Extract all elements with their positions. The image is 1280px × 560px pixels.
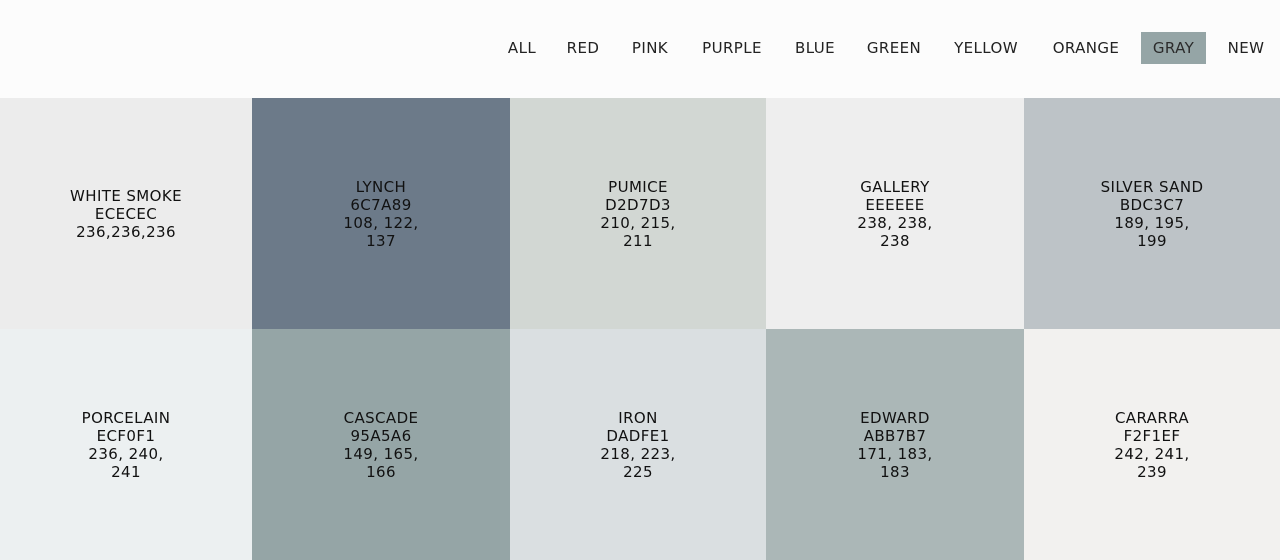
- swatch-grid: WHITE SMOKE ECECEC 236,236,236 LYNCH 6C7…: [0, 98, 1280, 560]
- nav-item-pink[interactable]: PINK: [622, 32, 678, 64]
- nav-item-orange[interactable]: ORANGE: [1042, 32, 1130, 64]
- swatch-rgb: 149, 165, 166: [343, 444, 419, 481]
- swatch-silver-sand[interactable]: SILVER SAND BDC3C7 189, 195, 199: [1024, 98, 1280, 329]
- swatch-label: CARARRA F2F1EF 242, 241, 239: [1097, 409, 1207, 481]
- swatch-label: GALLERY EEEEEE 238, 238, 238: [840, 178, 950, 250]
- nav-item-gray[interactable]: GRAY: [1141, 32, 1206, 64]
- swatch-name: PORCELAIN: [81, 408, 171, 427]
- color-filter-nav: ALL RED PINK PURPLE BLUE GREEN YELLOW OR…: [0, 32, 1280, 64]
- swatch-label: PORCELAIN ECF0F1 236, 240, 241: [71, 409, 181, 481]
- swatch-rgb: 236,236,236: [76, 222, 176, 241]
- swatch-label: LYNCH 6C7A89 108, 122, 137: [326, 178, 436, 250]
- swatch-rgb: 189, 195, 199: [1114, 213, 1190, 250]
- swatch-name: LYNCH: [355, 177, 407, 196]
- swatch-cascade[interactable]: CASCADE 95A5A6 149, 165, 166: [252, 329, 510, 560]
- swatch-rgb: 218, 223, 225: [600, 444, 676, 481]
- swatch-rgb: 238, 238, 238: [857, 213, 933, 250]
- swatch-pumice[interactable]: PUMICE D2D7D3 210, 215, 211: [510, 98, 766, 329]
- swatch-name: IRON: [618, 408, 658, 427]
- swatch-rgb: 210, 215, 211: [600, 213, 676, 250]
- swatch-iron[interactable]: IRON DADFE1 218, 223, 225: [510, 329, 766, 560]
- nav-item-yellow[interactable]: YELLOW: [944, 32, 1028, 64]
- swatch-name: GALLERY: [860, 177, 930, 196]
- swatch-hex: 95A5A6: [350, 426, 412, 445]
- swatch-porcelain[interactable]: PORCELAIN ECF0F1 236, 240, 241: [0, 329, 252, 560]
- swatch-rgb: 242, 241, 239: [1114, 444, 1190, 481]
- page: ALL RED PINK PURPLE BLUE GREEN YELLOW OR…: [0, 0, 1280, 560]
- swatch-label: EDWARD ABB7B7 171, 183, 183: [840, 409, 950, 481]
- swatch-label: CASCADE 95A5A6 149, 165, 166: [326, 409, 436, 481]
- swatch-label: IRON DADFE1 218, 223, 225: [583, 409, 693, 481]
- swatch-name: CASCADE: [343, 408, 419, 427]
- swatch-rgb: 108, 122, 137: [343, 213, 419, 250]
- swatch-label: SILVER SAND BDC3C7 189, 195, 199: [1097, 178, 1207, 250]
- swatch-hex: ABB7B7: [863, 426, 927, 445]
- swatch-hex: DADFE1: [606, 426, 670, 445]
- swatch-name: EDWARD: [860, 408, 930, 427]
- swatch-hex: D2D7D3: [605, 195, 671, 214]
- swatch-edward[interactable]: EDWARD ABB7B7 171, 183, 183: [766, 329, 1024, 560]
- swatch-hex: EEEEEE: [865, 195, 925, 214]
- swatch-hex: F2F1EF: [1123, 426, 1181, 445]
- swatch-white-smoke[interactable]: WHITE SMOKE ECECEC 236,236,236: [0, 98, 252, 329]
- swatch-hex: BDC3C7: [1119, 195, 1185, 214]
- nav-item-purple[interactable]: PURPLE: [692, 32, 772, 64]
- swatch-name: WHITE SMOKE: [70, 186, 182, 205]
- nav-item-red[interactable]: RED: [558, 32, 608, 64]
- nav-item-green[interactable]: GREEN: [858, 32, 930, 64]
- swatch-hex: 6C7A89: [350, 195, 412, 214]
- swatch-name: SILVER SAND: [1100, 177, 1204, 196]
- nav-item-new[interactable]: NEW: [1220, 32, 1272, 64]
- swatch-name: CARARRA: [1114, 408, 1190, 427]
- nav-item-blue[interactable]: BLUE: [786, 32, 844, 64]
- swatch-lynch[interactable]: LYNCH 6C7A89 108, 122, 137: [252, 98, 510, 329]
- swatch-hex: ECF0F1: [96, 426, 156, 445]
- swatch-cararra[interactable]: CARARRA F2F1EF 242, 241, 239: [1024, 329, 1280, 560]
- swatch-gallery[interactable]: GALLERY EEEEEE 238, 238, 238: [766, 98, 1024, 329]
- swatch-label: PUMICE D2D7D3 210, 215, 211: [583, 178, 693, 250]
- swatch-rgb: 171, 183, 183: [857, 444, 933, 481]
- swatch-rgb: 236, 240, 241: [88, 444, 164, 481]
- swatch-hex: ECECEC: [94, 204, 158, 223]
- top-bar: ALL RED PINK PURPLE BLUE GREEN YELLOW OR…: [0, 0, 1280, 98]
- swatch-name: PUMICE: [608, 177, 668, 196]
- nav-item-all[interactable]: ALL: [500, 32, 544, 64]
- swatch-label: WHITE SMOKE ECECEC 236,236,236: [66, 187, 186, 241]
